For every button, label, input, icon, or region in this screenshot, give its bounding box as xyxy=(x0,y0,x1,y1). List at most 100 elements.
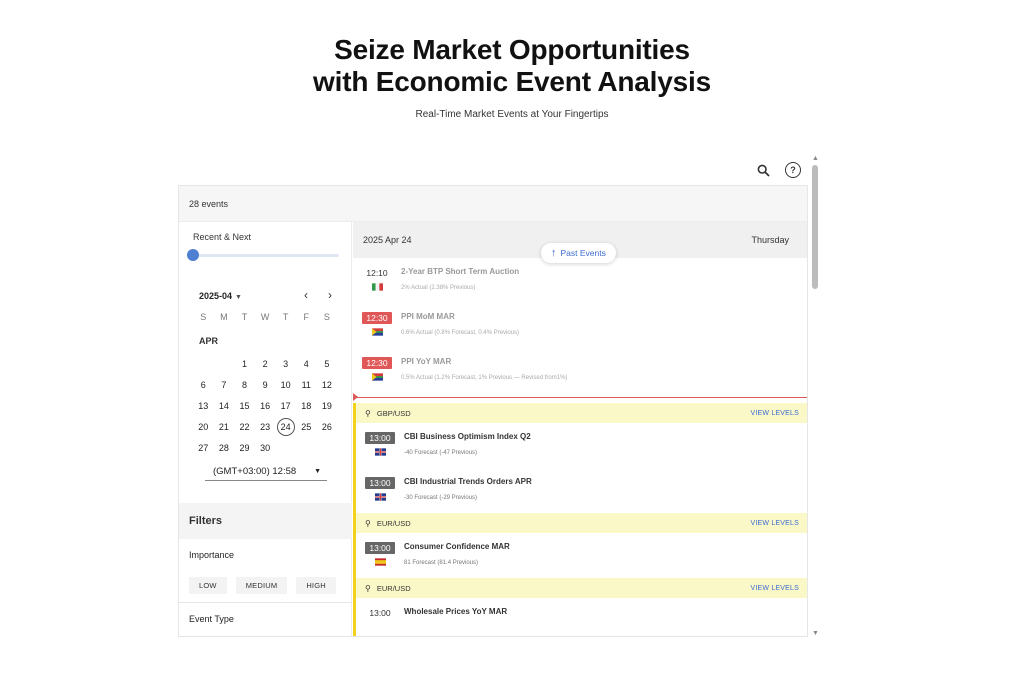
calendar-day[interactable]: 4 xyxy=(296,354,317,375)
calendar-day-number: 27 xyxy=(198,442,209,453)
calendar-day-number: 3 xyxy=(283,359,289,370)
view-levels-link[interactable]: VIEW LEVELS xyxy=(751,585,800,592)
calendar-day[interactable]: 26 xyxy=(317,416,338,437)
calendar-day[interactable]: 30 xyxy=(255,437,276,458)
range-label: Recent & Next xyxy=(193,232,252,242)
event-row[interactable]: 12:30 PPI YoY MAR 0.5% Actual (1.2% Foreca… xyxy=(353,348,807,393)
calendar-day[interactable]: 25 xyxy=(296,416,317,437)
event-time: 13:00 xyxy=(365,542,395,554)
importance-options: LOW MEDIUM HIGH xyxy=(189,577,336,594)
weekday-header: SMTWTFS xyxy=(193,312,337,322)
view-levels-link[interactable]: VIEW LEVELS xyxy=(751,520,800,527)
event-row[interactable]: 13:00 Consumer Confidence MAR 81 Forecast … xyxy=(356,533,807,578)
calendar-day-number: 28 xyxy=(218,442,229,453)
calendar-day-number: 7 xyxy=(221,380,227,391)
calendar-day[interactable]: 29 xyxy=(234,437,255,458)
calendar-day[interactable]: 10 xyxy=(275,375,296,396)
event-row[interactable]: 13:00 CBI Business Optimism Index Q2 -40 F… xyxy=(356,423,807,468)
event-detail: -30 Forecast (-29 Previous) xyxy=(404,495,478,501)
help-icon[interactable]: ? xyxy=(785,162,801,178)
importance-low-button[interactable]: LOW xyxy=(189,577,227,594)
range-slider-thumb[interactable] xyxy=(187,249,199,261)
calendar-day[interactable]: 16 xyxy=(255,396,276,417)
weekday-label: T xyxy=(282,312,289,322)
calendar-day-number: 21 xyxy=(218,421,229,432)
calendar-day[interactable]: 22 xyxy=(234,416,255,437)
calendar-day-number: 1 xyxy=(241,359,247,370)
event-time: 12:30 xyxy=(362,312,392,324)
event-time: 12:10 xyxy=(366,268,388,278)
filters-header: Filters xyxy=(179,503,352,539)
event-group-header: ⚲ GBP/USD VIEW LEVELS xyxy=(356,403,807,423)
calendar-day-number: 19 xyxy=(321,400,332,411)
event-detail: 0.6% Actual (0.8% Forecast, 0.4% Previou… xyxy=(401,330,520,336)
page-title-line-1: Seize Market Opportunities xyxy=(334,34,690,65)
event-count-bar: 28 events xyxy=(179,186,807,222)
economic-calendar-widget: 28 events Recent & Next 2025-04 ▼ ‹ › SMT… xyxy=(178,185,808,637)
calendar-day-number: 24 xyxy=(276,417,295,436)
importance-medium-button[interactable]: MEDIUM xyxy=(235,577,288,594)
calendar-day[interactable]: 15 xyxy=(234,396,255,417)
calendar-day[interactable]: 8 xyxy=(234,375,255,396)
chevron-left-icon[interactable]: ‹ xyxy=(299,288,313,302)
event-row[interactable]: 12:10 2-Year BTP Short Term Auction 2% Act… xyxy=(353,258,807,303)
calendar-day[interactable]: 9 xyxy=(255,375,276,396)
calendar-day[interactable]: 24 xyxy=(275,416,296,437)
calendar-day-number: 17 xyxy=(280,400,291,411)
calendar-day-number: 16 xyxy=(260,400,271,411)
importance-high-button[interactable]: HIGH xyxy=(296,577,336,594)
calendar-day[interactable]: 23 xyxy=(255,416,276,437)
event-title: Consumer Confidence MAR xyxy=(404,542,510,551)
calendar-day[interactable]: 5 xyxy=(317,354,338,375)
event-row[interactable]: 13:00 Wholesale Prices YoY MAR xyxy=(356,598,807,636)
calendar-day-number: 5 xyxy=(324,359,330,370)
calendar-day[interactable]: 14 xyxy=(214,396,235,417)
event-group-header: ⚲ EUR/USD VIEW LEVELS xyxy=(356,578,807,598)
calendar-day[interactable]: 2 xyxy=(255,354,276,375)
timezone-select[interactable]: (GMT+03:00) 12:58 ▼ xyxy=(205,463,327,481)
calendar-day[interactable]: 12 xyxy=(317,375,338,396)
page-scrollbar[interactable]: ▲ ▼ xyxy=(811,155,820,637)
calendar-day[interactable]: 17 xyxy=(275,396,296,417)
calendar-day[interactable]: 19 xyxy=(317,396,338,417)
view-levels-link[interactable]: VIEW LEVELS xyxy=(751,410,800,417)
scroll-up-icon[interactable]: ▲ xyxy=(812,155,819,162)
calendar-day[interactable]: 28 xyxy=(214,437,235,458)
calendar-day-number: 26 xyxy=(321,421,332,432)
calendar-day[interactable]: 21 xyxy=(214,416,235,437)
calendar-day[interactable]: 3 xyxy=(275,354,296,375)
page-title: Seize Market Opportunities with Economic… xyxy=(0,34,1024,98)
scroll-down-icon[interactable]: ▼ xyxy=(812,630,819,637)
page-title-line-2: with Economic Event Analysis xyxy=(313,66,711,97)
search-icon[interactable] xyxy=(755,162,771,178)
calendar-day[interactable]: 11 xyxy=(296,375,317,396)
calendar-day[interactable]: 6 xyxy=(193,375,214,396)
calendar-day-empty xyxy=(214,354,235,375)
currency-pair: GBP/USD xyxy=(376,408,411,418)
event-row[interactable]: 13:00 CBI Industrial Trends Orders APR -30… xyxy=(356,468,807,513)
flag-es-icon xyxy=(375,558,386,566)
calendar-day[interactable]: 27 xyxy=(193,437,214,458)
calendar-day-number: 10 xyxy=(280,380,291,391)
calendar-day[interactable]: 1 xyxy=(234,354,255,375)
calendar-day[interactable]: 20 xyxy=(193,416,214,437)
range-slider-track[interactable] xyxy=(193,254,339,257)
event-detail: 0.5% Actual (1.2% Forecast, 1% Previous … xyxy=(401,375,568,381)
scrollbar-thumb[interactable] xyxy=(812,165,818,289)
flag-gb-icon xyxy=(375,448,386,456)
calendar-day-number: 22 xyxy=(239,421,250,432)
event-row[interactable]: 12:30 PPI MoM MAR 0.6% Actual (0.8% Foreca… xyxy=(353,303,807,348)
past-events-button[interactable]: ↑ Past Events xyxy=(541,243,616,263)
events-panel: 2025 Apr 24 Thursday ↑ Past Events 12:10… xyxy=(353,222,807,636)
page-subtitle: Real-Time Market Events at Your Fingerti… xyxy=(415,109,609,120)
calendar-day-number: 15 xyxy=(239,400,250,411)
calendar-day[interactable]: 13 xyxy=(193,396,214,417)
calendar-day-number: 8 xyxy=(241,380,247,391)
divider xyxy=(179,602,352,603)
calendar-day[interactable]: 7 xyxy=(214,375,235,396)
event-list: 12:10 2-Year BTP Short Term Auction 2% Act… xyxy=(353,258,807,636)
month-select[interactable]: 2025-04 ▼ xyxy=(199,291,242,301)
calendar-day[interactable]: 18 xyxy=(296,396,317,417)
timezone-value: (GMT+03:00) 12:58 xyxy=(213,466,297,477)
chevron-right-icon[interactable]: › xyxy=(323,288,337,302)
